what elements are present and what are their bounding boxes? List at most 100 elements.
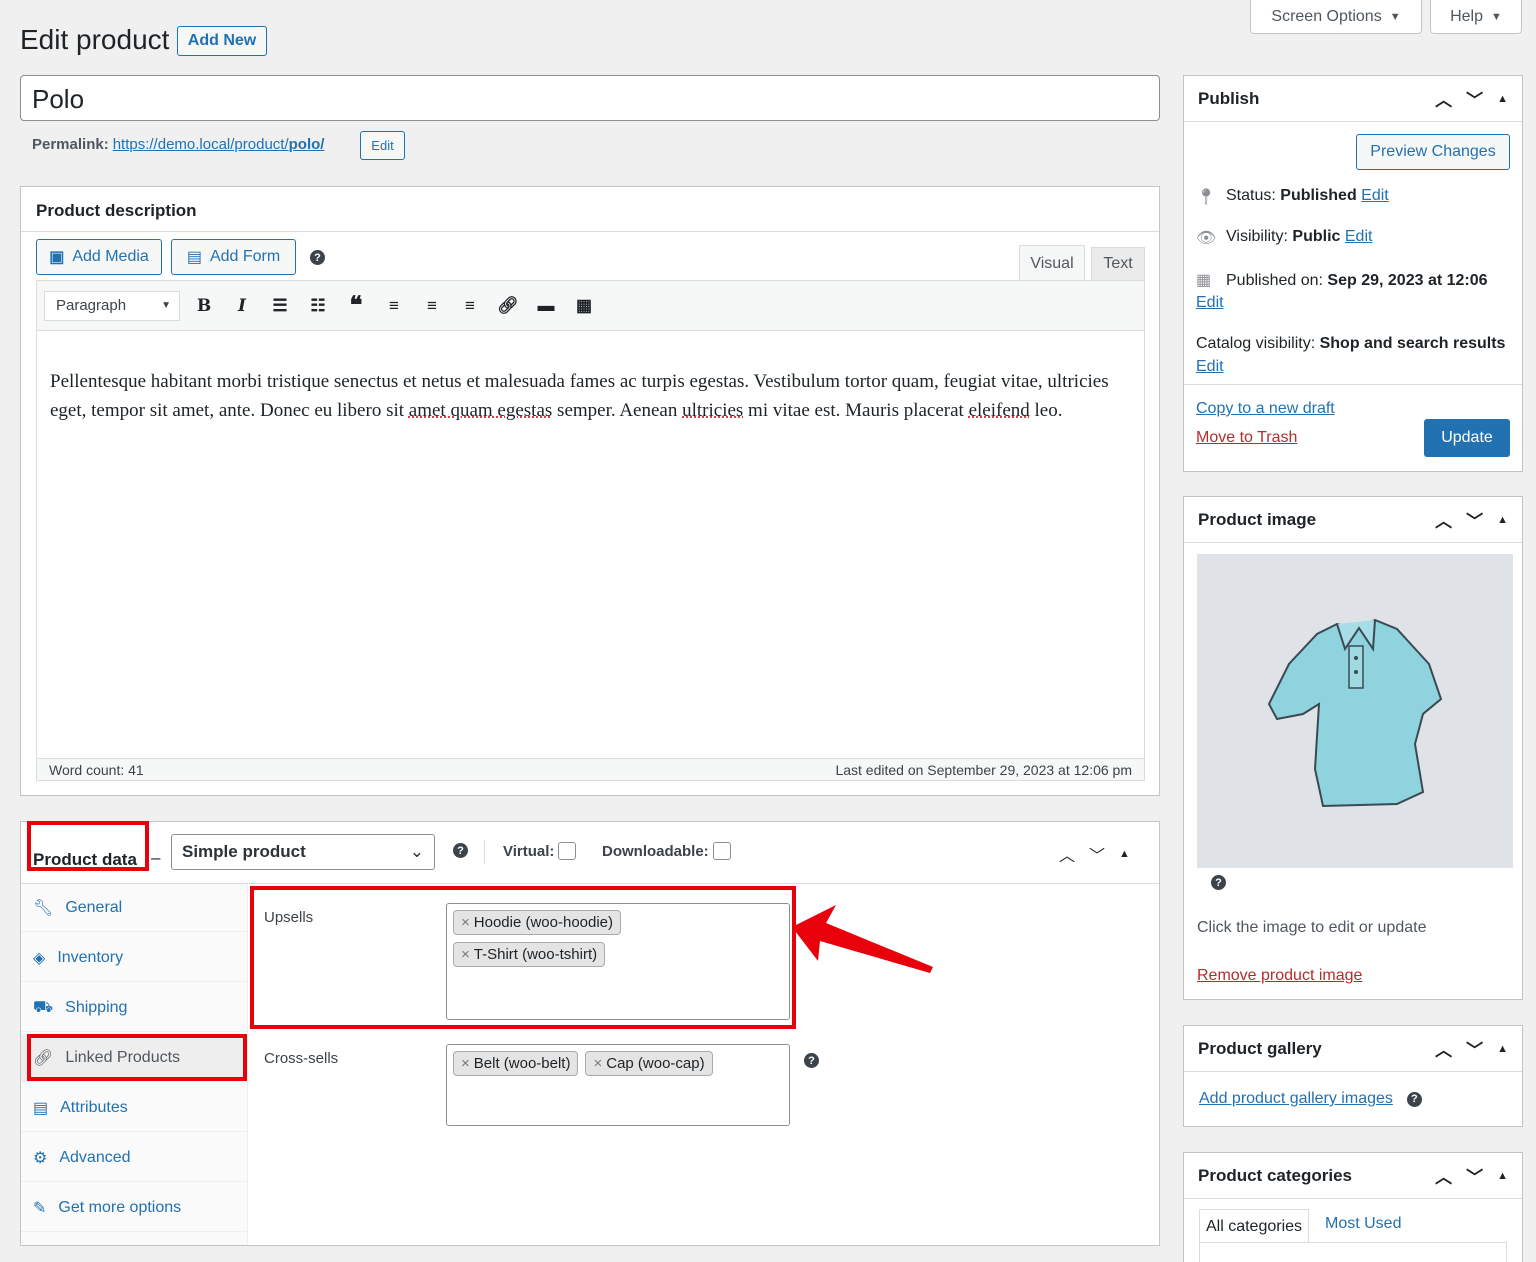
chevron-down-icon[interactable]: ﹀ [1089, 842, 1105, 866]
help-icon[interactable]: ? [804, 1053, 819, 1068]
crosssells-field[interactable]: × Belt (woo-belt) × Cap (woo-cap) [446, 1044, 790, 1126]
body-spell-2: ultricies [682, 400, 744, 421]
editor-content[interactable]: Pellentesque habitant morbi tristique se… [50, 367, 1135, 425]
tab-most-used[interactable]: Most Used [1325, 1215, 1401, 1233]
pin-icon: 📍︎ [1196, 189, 1217, 206]
toggle-icon[interactable]: ▲ [1497, 514, 1508, 526]
toolbar-toggle-icon[interactable]: ▦ [570, 296, 598, 316]
chevron-up-icon[interactable]: ︿ [1435, 1036, 1452, 1061]
add-media-label: Add Media [72, 248, 149, 265]
preview-changes-button[interactable]: Preview Changes [1356, 134, 1510, 170]
permalink-label: Permalink: [32, 136, 109, 153]
bullet-list-icon[interactable]: ☰ [266, 296, 294, 316]
published-edit-link[interactable]: Edit [1196, 294, 1224, 312]
tab-all-categories[interactable]: All categories [1199, 1209, 1309, 1243]
tab-text[interactable]: Text [1091, 247, 1145, 281]
help-icon[interactable]: ? [1211, 875, 1226, 890]
visibility-edit-link[interactable]: Edit [1345, 228, 1373, 245]
format-select[interactable]: Paragraph ▼ [44, 290, 180, 321]
copy-draft-link[interactable]: Copy to a new draft [1196, 400, 1335, 418]
crosssells-label: Cross-sells [264, 1050, 339, 1067]
tab-attributes[interactable]: ▤ Attributes [21, 1084, 248, 1132]
permalink-link[interactable]: https://demo.local/product/polo/ [113, 136, 325, 153]
tab-general[interactable]: 🔧︎ General [21, 884, 248, 932]
tab-label: Advanced [59, 1148, 131, 1166]
tab-inventory[interactable]: ◈ Inventory [21, 934, 248, 982]
remove-tag-icon[interactable]: × [461, 1055, 470, 1072]
link-icon[interactable]: 🔗︎ [494, 296, 522, 316]
tab-get-more-options[interactable]: ✎ Get more options [21, 1184, 248, 1232]
numbered-list-icon[interactable]: ☷ [304, 296, 332, 316]
form-icon: ▤ [186, 249, 202, 266]
align-left-icon[interactable]: ≡ [380, 296, 408, 316]
chevron-down-icon[interactable]: ﹀ [1466, 1163, 1483, 1188]
chevron-down-icon[interactable]: ﹀ [1466, 86, 1483, 111]
add-gallery-images-link[interactable]: Add product gallery images [1199, 1090, 1393, 1108]
chevron-up-icon[interactable]: ︿ [1435, 1163, 1452, 1188]
categories-header: Product categories ︿ ﹀ ▲ [1184, 1153, 1522, 1199]
add-new-button[interactable]: Add New [177, 26, 267, 56]
tab-label: Get more options [58, 1198, 182, 1216]
visibility-value: Public [1292, 228, 1341, 245]
move-to-trash-link[interactable]: Move to Trash [1196, 429, 1297, 447]
help-icon[interactable]: ? [1406, 1091, 1422, 1107]
read-more-icon[interactable]: ▬ [532, 296, 560, 316]
truck-icon: ⛟ [33, 998, 54, 1016]
chevron-up-icon[interactable]: ︿ [1435, 86, 1452, 111]
toggle-icon[interactable]: ▲ [1119, 848, 1130, 860]
visibility-label: Visibility: [1226, 228, 1288, 245]
permalink-row: Permalink: https://demo.local/product/po… [32, 136, 324, 153]
help-icon[interactable]: ? [453, 843, 468, 858]
tab-advanced[interactable]: ⚙ Advanced [21, 1134, 248, 1182]
chevron-up-icon[interactable]: ︿ [1059, 842, 1075, 866]
downloadable-checkbox[interactable] [712, 842, 731, 860]
publish-box: Publish ︿ ﹀ ▲ Preview Changes 📍︎ Status: Pub… [1183, 75, 1523, 472]
help-icon[interactable]: ? [310, 250, 325, 265]
calendar-icon: ▦ [1196, 272, 1212, 289]
screen-options-button[interactable]: Screen Options ▼ [1250, 0, 1422, 34]
help-button[interactable]: Help ▼ [1430, 0, 1522, 34]
tab-shipping[interactable]: ⛟ Shipping [21, 984, 248, 1032]
add-media-button[interactable]: ▣ Add Media [36, 239, 162, 275]
chevron-up-icon[interactable]: ︿ [1435, 507, 1452, 532]
toggle-icon[interactable]: ▲ [1497, 93, 1508, 105]
product-image-thumbnail[interactable] [1197, 554, 1513, 868]
add-form-label: Add Form [209, 248, 281, 265]
remove-image-link[interactable]: Remove product image [1197, 967, 1362, 985]
add-form-button[interactable]: ▤ Add Form [171, 239, 296, 275]
blockquote-icon[interactable]: ❝ [342, 291, 370, 320]
catalog-edit-link[interactable]: Edit [1196, 358, 1224, 375]
product-type-select[interactable]: Simple product ⌄ [171, 834, 435, 870]
polo-shirt-image [1267, 618, 1443, 808]
status-label: Status: [1226, 187, 1276, 204]
virtual-option: Virtual: [503, 842, 577, 860]
remove-tag-icon[interactable]: × [593, 1055, 602, 1072]
align-center-icon[interactable]: ≡ [418, 296, 446, 316]
align-right-icon[interactable]: ≡ [456, 296, 484, 316]
categories-list[interactable] [1199, 1242, 1507, 1262]
virtual-checkbox[interactable] [558, 842, 577, 860]
status-edit-link[interactable]: Edit [1361, 187, 1389, 204]
toggle-icon[interactable]: ▲ [1497, 1043, 1508, 1055]
update-button[interactable]: Update [1424, 419, 1510, 457]
gallery-heading: Product gallery [1198, 1038, 1322, 1058]
bold-icon[interactable]: B [190, 296, 218, 316]
catalog-visibility-row: Catalog visibility: Shop and search resu… [1196, 332, 1512, 378]
published-value: Sep 29, 2023 at 12:06 [1327, 272, 1488, 289]
publish-header: Publish ︿ ﹀ ▲ [1184, 76, 1522, 122]
highlight-upsells [250, 886, 796, 1029]
catalog-value: Shop and search results [1319, 335, 1506, 352]
body-spell-1: amet quam egestas [408, 400, 553, 421]
toggle-icon[interactable]: ▲ [1497, 1170, 1508, 1182]
chevron-down-icon[interactable]: ﹀ [1466, 1036, 1483, 1061]
chevron-down-icon[interactable]: ﹀ [1466, 507, 1483, 532]
highlight-linked-products [27, 1034, 247, 1081]
virtual-label: Virtual: [503, 842, 555, 860]
product-categories-box: Product categories ︿ ﹀ ▲ All categories Mos… [1183, 1152, 1523, 1262]
tab-visual[interactable]: Visual [1019, 245, 1085, 281]
description-heading: Product description [36, 201, 197, 220]
permalink-slug: polo/ [288, 136, 325, 153]
italic-icon[interactable]: I [228, 296, 256, 316]
permalink-edit-button[interactable]: Edit [360, 131, 405, 160]
product-title-input[interactable]: Polo [20, 75, 1160, 121]
